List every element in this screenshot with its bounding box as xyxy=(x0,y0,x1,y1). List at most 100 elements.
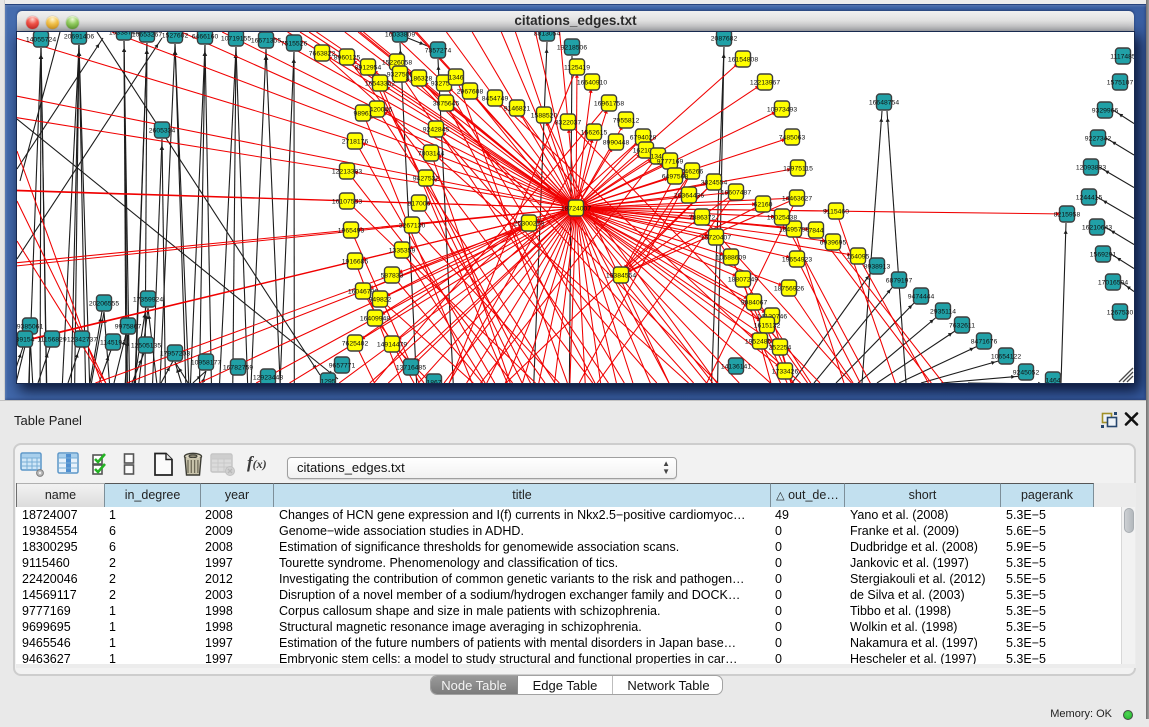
svg-text:2967608: 2967608 xyxy=(457,88,484,95)
svg-text:18756926: 18756926 xyxy=(774,285,804,292)
svg-text:15226058: 15226058 xyxy=(382,59,412,66)
svg-text:2605334: 2605334 xyxy=(149,127,176,134)
svg-text:8960125: 8960125 xyxy=(334,54,361,61)
svg-text:3824554: 3824554 xyxy=(701,179,728,186)
svg-text:7857274: 7857274 xyxy=(425,47,452,54)
svg-text:9427532: 9427532 xyxy=(413,175,440,182)
svg-text:2718176: 2718176 xyxy=(342,138,369,145)
svg-text:1244415: 1244415 xyxy=(1076,194,1103,201)
svg-text:7955812: 7955812 xyxy=(613,117,640,124)
svg-text:14055724: 14055724 xyxy=(26,36,56,43)
svg-text:7803144: 7803144 xyxy=(418,150,445,157)
svg-text:12975115: 12975115 xyxy=(783,165,813,172)
svg-text:8471676: 8471676 xyxy=(971,338,998,345)
svg-text:16640910: 16640910 xyxy=(577,79,607,86)
svg-text:98961: 98961 xyxy=(354,110,373,117)
svg-text:1527602: 1527602 xyxy=(162,32,189,39)
svg-text:62160: 62160 xyxy=(754,201,773,208)
svg-text:16961758: 16961758 xyxy=(594,100,624,107)
svg-text:1145191: 1145191 xyxy=(100,339,126,346)
svg-text:8186328: 8186328 xyxy=(406,75,433,82)
svg-text:164095: 164095 xyxy=(847,253,870,260)
svg-text:1569291: 1569291 xyxy=(1090,251,1117,258)
svg-text:18495796: 18495796 xyxy=(779,226,809,233)
svg-text:20364436: 20364436 xyxy=(674,192,704,199)
svg-text:8215958: 8215958 xyxy=(1054,211,1081,218)
svg-text:9245052: 9245052 xyxy=(1013,369,1040,376)
svg-text:9385061: 9385061 xyxy=(17,323,43,330)
svg-text:1464: 1464 xyxy=(1045,377,1060,383)
svg-text:8912954: 8912954 xyxy=(355,64,382,71)
svg-text:12093833: 12093833 xyxy=(1076,164,1106,171)
svg-text:15720407: 15720407 xyxy=(701,234,731,241)
svg-text:9084067: 9084067 xyxy=(741,299,768,306)
svg-text:12342737: 12342737 xyxy=(67,336,97,343)
svg-text:10654122: 10654122 xyxy=(991,353,1021,360)
svg-text:16210643: 16210643 xyxy=(1082,224,1112,231)
svg-text:587833: 587833 xyxy=(381,272,404,279)
svg-text:3875645: 3875645 xyxy=(433,100,460,107)
svg-text:9657771: 9657771 xyxy=(329,362,356,369)
svg-text:10719155: 10719155 xyxy=(221,35,251,42)
svg-text:8938913: 8938913 xyxy=(864,263,891,270)
svg-text:7515526: 7515526 xyxy=(281,40,308,47)
svg-text:11156829: 11156829 xyxy=(37,336,66,343)
svg-text:2087682: 2087682 xyxy=(711,35,738,42)
svg-text:8813054: 8813054 xyxy=(534,32,561,37)
svg-text:18807249: 18807249 xyxy=(728,276,758,283)
svg-text:9115460: 9115460 xyxy=(823,208,849,215)
svg-text:252254: 252254 xyxy=(769,344,792,351)
svg-text:16409948: 16409948 xyxy=(360,315,390,322)
svg-text:1965493: 1965493 xyxy=(338,227,365,234)
svg-text:16671355: 16671355 xyxy=(251,37,281,44)
svg-text:16107553: 16107553 xyxy=(332,198,362,205)
svg-text:1335359: 1335359 xyxy=(389,247,416,254)
svg-text:1588520: 1588520 xyxy=(531,112,558,119)
svg-text:12923448: 12923448 xyxy=(253,374,283,381)
svg-text:1575107: 1575107 xyxy=(1107,79,1134,86)
svg-text:7632611: 7632611 xyxy=(949,322,975,329)
svg-text:13716485: 13716485 xyxy=(396,364,426,371)
svg-text:1916685: 1916685 xyxy=(342,258,369,265)
svg-text:12213967: 12213967 xyxy=(750,79,780,86)
svg-text:7625402: 7625402 xyxy=(342,340,369,347)
svg-text:817006: 817006 xyxy=(408,200,431,207)
svg-text:9777169: 9777169 xyxy=(657,158,684,165)
svg-text:39154: 39154 xyxy=(17,336,35,343)
svg-text:1562615: 1562615 xyxy=(581,129,608,136)
svg-text:14463627: 14463627 xyxy=(782,195,812,202)
svg-text:7663822: 7663822 xyxy=(309,50,336,57)
svg-text:10958177: 10958177 xyxy=(191,359,221,366)
svg-text:10025438: 10025438 xyxy=(767,214,797,221)
svg-text:19218506: 19218506 xyxy=(557,44,587,51)
svg-text:6466160: 6466160 xyxy=(192,33,219,40)
svg-text:12505135: 12505135 xyxy=(131,342,161,349)
svg-text:14914479: 14914479 xyxy=(377,341,407,348)
svg-text:9227342: 9227342 xyxy=(1085,135,1112,142)
svg-text:7844: 7844 xyxy=(808,227,823,234)
svg-text:12213383: 12213383 xyxy=(332,168,362,175)
svg-text:19654923: 19654923 xyxy=(782,256,812,263)
svg-text:10607487: 10607487 xyxy=(721,189,751,196)
svg-text:1295: 1295 xyxy=(320,378,335,383)
svg-text:2935114: 2935114 xyxy=(930,308,956,315)
svg-text:10653267: 10653267 xyxy=(132,32,162,38)
svg-text:1267530: 1267530 xyxy=(1107,309,1134,316)
svg-text:9329966: 9329966 xyxy=(1092,107,1119,114)
svg-text:16154808: 16154808 xyxy=(728,56,758,63)
svg-text:16033809: 16033809 xyxy=(385,32,415,38)
svg-text:14136141: 14136141 xyxy=(721,363,751,370)
svg-text:7886372: 7886372 xyxy=(689,214,716,221)
svg-text:16782759: 16782759 xyxy=(223,364,253,371)
svg-text:20691406: 20691406 xyxy=(64,33,94,40)
svg-text:16543362: 16543362 xyxy=(365,80,395,87)
svg-text:9975867: 9975867 xyxy=(115,323,142,330)
svg-text:949822: 949822 xyxy=(369,296,392,303)
svg-text:8990448: 8990448 xyxy=(603,139,630,146)
svg-text:17957203: 17957203 xyxy=(160,350,190,357)
svg-text:1346: 1346 xyxy=(448,74,463,81)
svg-text:7485063: 7485063 xyxy=(779,134,806,141)
svg-text:6794028: 6794028 xyxy=(630,134,657,141)
svg-text:8322037: 8322037 xyxy=(555,119,582,126)
svg-text:1125419: 1125419 xyxy=(564,64,590,71)
